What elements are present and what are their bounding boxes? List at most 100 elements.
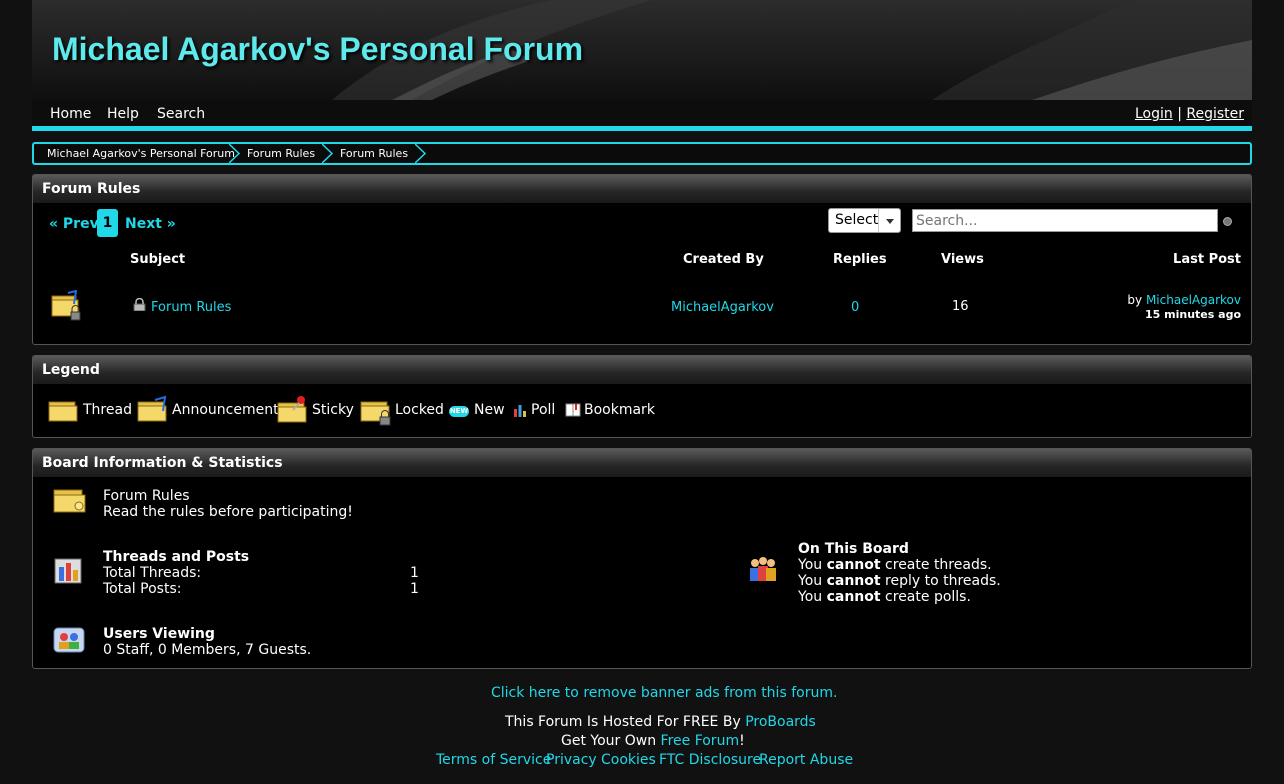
thread-replies-link[interactable]: 0 — [851, 300, 859, 315]
users-viewing: Users Viewing 0 Staff, 0 Members, 7 Gues… — [103, 626, 311, 658]
perm-polls: create polls. — [885, 589, 971, 605]
total-posts-value: 1 — [410, 581, 419, 597]
announcement-folder-icon — [137, 395, 167, 422]
privacy-link[interactable]: Privacy — [546, 752, 597, 768]
report-abuse-link[interactable]: Report Abuse — [759, 752, 853, 768]
bookmark-book-icon — [565, 403, 581, 417]
legend-title: Legend — [33, 356, 1251, 384]
hosted-by-text: This Forum Is Hosted For FREE By ProBoar… — [505, 714, 816, 730]
nav-help-link[interactable]: Help — [107, 106, 139, 122]
poll-chart-icon — [514, 405, 526, 417]
own-suffix: ! — [739, 733, 745, 749]
hosted-prefix: This Forum Is Hosted For FREE By — [505, 714, 746, 730]
threads-posts-title: Threads and Posts — [103, 549, 250, 565]
breadcrumb-board[interactable]: Forum Rules — [340, 147, 408, 160]
board-folder-icon — [53, 489, 86, 513]
on-this-board: On This Board You cannot create threads.… — [798, 541, 1001, 605]
thread-action-select[interactable]: Select — [828, 208, 901, 233]
legend-panel: Legend Thread Announcement Sticky Locked… — [32, 355, 1252, 438]
breadcrumb-category[interactable]: Forum Rules — [247, 147, 315, 160]
thread-folder-icon — [48, 401, 78, 422]
legend-bookmark-label: Bookmark — [584, 402, 655, 418]
remove-ads-link[interactable]: Click here to remove banner ads from thi… — [491, 685, 837, 701]
statistics-title: Board Information & Statistics — [33, 449, 1251, 477]
perm-create-threads: create threads. — [885, 557, 992, 573]
board-statistics-panel: Board Information & Statistics Forum Rul… — [32, 448, 1252, 669]
board-info: Forum Rules Read the rules before partic… — [103, 488, 353, 520]
cookies-link[interactable]: Cookies — [601, 752, 656, 768]
column-views[interactable]: Views — [941, 252, 984, 267]
chevron-down-icon[interactable] — [878, 209, 900, 232]
breadcrumb-chevron-icon — [229, 144, 241, 163]
perm-you: You — [798, 589, 823, 605]
thread-author-link[interactable]: MichaelAgarkov — [671, 300, 774, 315]
locked-announcement-thread-icon — [51, 290, 81, 321]
board-panel: Forum Rules « Prev 1 Next » Select Subje… — [32, 174, 1252, 345]
column-created-by[interactable]: Created By — [683, 252, 764, 267]
column-last-post[interactable]: Last Post — [1173, 252, 1241, 267]
legend-thread-label: Thread — [83, 402, 132, 418]
auth-separator: | — [1177, 106, 1182, 122]
breadcrumb-forum[interactable]: Michael Agarkov's Personal Forum — [47, 147, 235, 160]
ftc-disclosure-link[interactable]: FTC Disclosure — [659, 752, 761, 768]
thread-last-post: by MichaelAgarkov 15 minutes ago — [1127, 293, 1241, 321]
last-post-author-link[interactable]: MichaelAgarkov — [1146, 293, 1241, 307]
own-prefix: Get Your Own — [561, 733, 661, 749]
last-post-time: 15 minutes ago — [1145, 308, 1241, 321]
perm-you: You — [798, 573, 823, 589]
column-subject[interactable]: Subject — [130, 252, 185, 267]
users-viewing-count: 0 Staff, 0 Members, 7 Guests. — [103, 642, 312, 658]
new-badge-icon: NEW — [449, 406, 469, 417]
current-page-button[interactable]: 1 — [97, 209, 118, 237]
perm-cannot: cannot — [826, 573, 881, 589]
select-label: Select — [835, 212, 879, 228]
breadcrumb: Michael Agarkov's Personal Forum Forum R… — [32, 142, 1252, 165]
legend-poll-label: Poll — [531, 402, 556, 418]
legend-announcement-label: Announcement — [172, 402, 279, 418]
forum-banner: Michael Agarkov's Personal Forum — [32, 0, 1252, 100]
prev-page-button[interactable]: « Prev — [49, 216, 99, 232]
main-nav: Home Help Search Login | Register — [32, 100, 1252, 131]
lock-icon — [133, 298, 146, 311]
forum-title[interactable]: Michael Agarkov's Personal Forum — [52, 31, 583, 68]
nav-search-link[interactable]: Search — [157, 106, 205, 122]
login-link[interactable]: Login — [1135, 106, 1173, 122]
perm-you: You — [798, 557, 823, 573]
on-this-board-title: On This Board — [798, 541, 909, 557]
thread-subject-link[interactable]: Forum Rules — [151, 300, 231, 315]
users-viewing-title: Users Viewing — [103, 626, 215, 642]
breadcrumb-chevron-icon — [415, 144, 427, 163]
free-forum-link[interactable]: Free Forum — [661, 733, 740, 749]
nav-home-link[interactable]: Home — [50, 106, 91, 122]
board-search-input[interactable] — [912, 209, 1218, 232]
locked-folder-icon — [360, 401, 391, 426]
breadcrumb-chevron-icon — [322, 144, 334, 163]
legend-sticky-label: Sticky — [312, 402, 354, 418]
legend-new-label: New — [474, 402, 505, 418]
legend-locked-label: Locked — [395, 402, 444, 418]
board-info-description: Read the rules before participating! — [103, 504, 353, 520]
auth-links: Login | Register — [1135, 106, 1244, 122]
proboards-link[interactable]: ProBoards — [745, 714, 816, 730]
next-page-button[interactable]: Next » — [125, 216, 176, 232]
search-button[interactable] — [1223, 217, 1232, 226]
total-posts-label: Total Posts: — [103, 581, 182, 597]
threads-posts-stats: Threads and Posts Total Threads: Total P… — [103, 549, 249, 597]
last-post-by-prefix: by — [1127, 293, 1143, 307]
board-info-name: Forum Rules — [103, 488, 190, 504]
users-viewing-icon — [53, 627, 85, 653]
terms-link[interactable]: Terms of Service — [436, 752, 551, 768]
board-title: Forum Rules — [33, 175, 1251, 203]
threads-posts-icon — [54, 558, 82, 584]
register-link[interactable]: Register — [1186, 106, 1244, 122]
column-replies[interactable]: Replies — [833, 252, 887, 267]
total-threads-label: Total Threads: — [103, 565, 202, 581]
get-forum-text: Get Your Own Free Forum! — [561, 733, 745, 749]
sticky-pin-folder-icon — [277, 396, 307, 423]
perm-cannot: cannot — [826, 589, 881, 605]
total-threads-value: 1 — [410, 565, 419, 581]
perm-cannot: cannot — [826, 557, 881, 573]
permissions-users-icon — [750, 557, 776, 581]
thread-views: 16 — [952, 299, 969, 314]
perm-reply: reply to threads. — [885, 573, 1001, 589]
